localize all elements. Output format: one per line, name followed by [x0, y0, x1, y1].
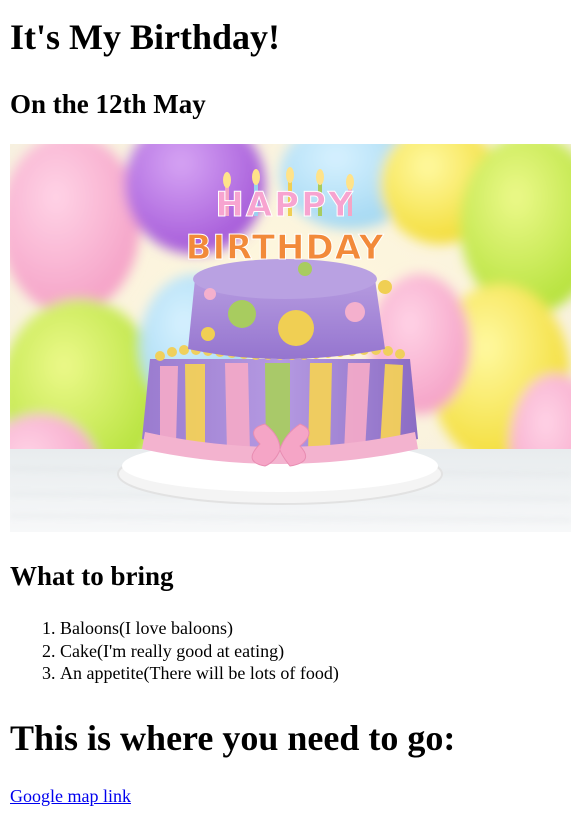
date-heading: On the 12th May [10, 89, 206, 119]
list-item: Cake(I'm really good at eating) [60, 640, 339, 663]
birthday-candle-text: BIRTHDAY [186, 228, 385, 268]
directions-heading: This is where you need to go: [10, 718, 456, 758]
page-title: It's My Birthday! [10, 17, 280, 57]
happy-candle-text: HAPPY [215, 185, 354, 225]
list-item: An appetite(There will be lots of food) [60, 662, 339, 685]
what-to-bring-heading: What to bring [10, 561, 174, 591]
birthday-cake-image: HAPPY BIRTHDAY [10, 144, 571, 532]
bring-list: Baloons(I love baloons) Cake(I'm really … [20, 617, 339, 685]
list-item: Baloons(I love baloons) [60, 617, 339, 640]
google-map-link[interactable]: Google map link [10, 785, 131, 807]
